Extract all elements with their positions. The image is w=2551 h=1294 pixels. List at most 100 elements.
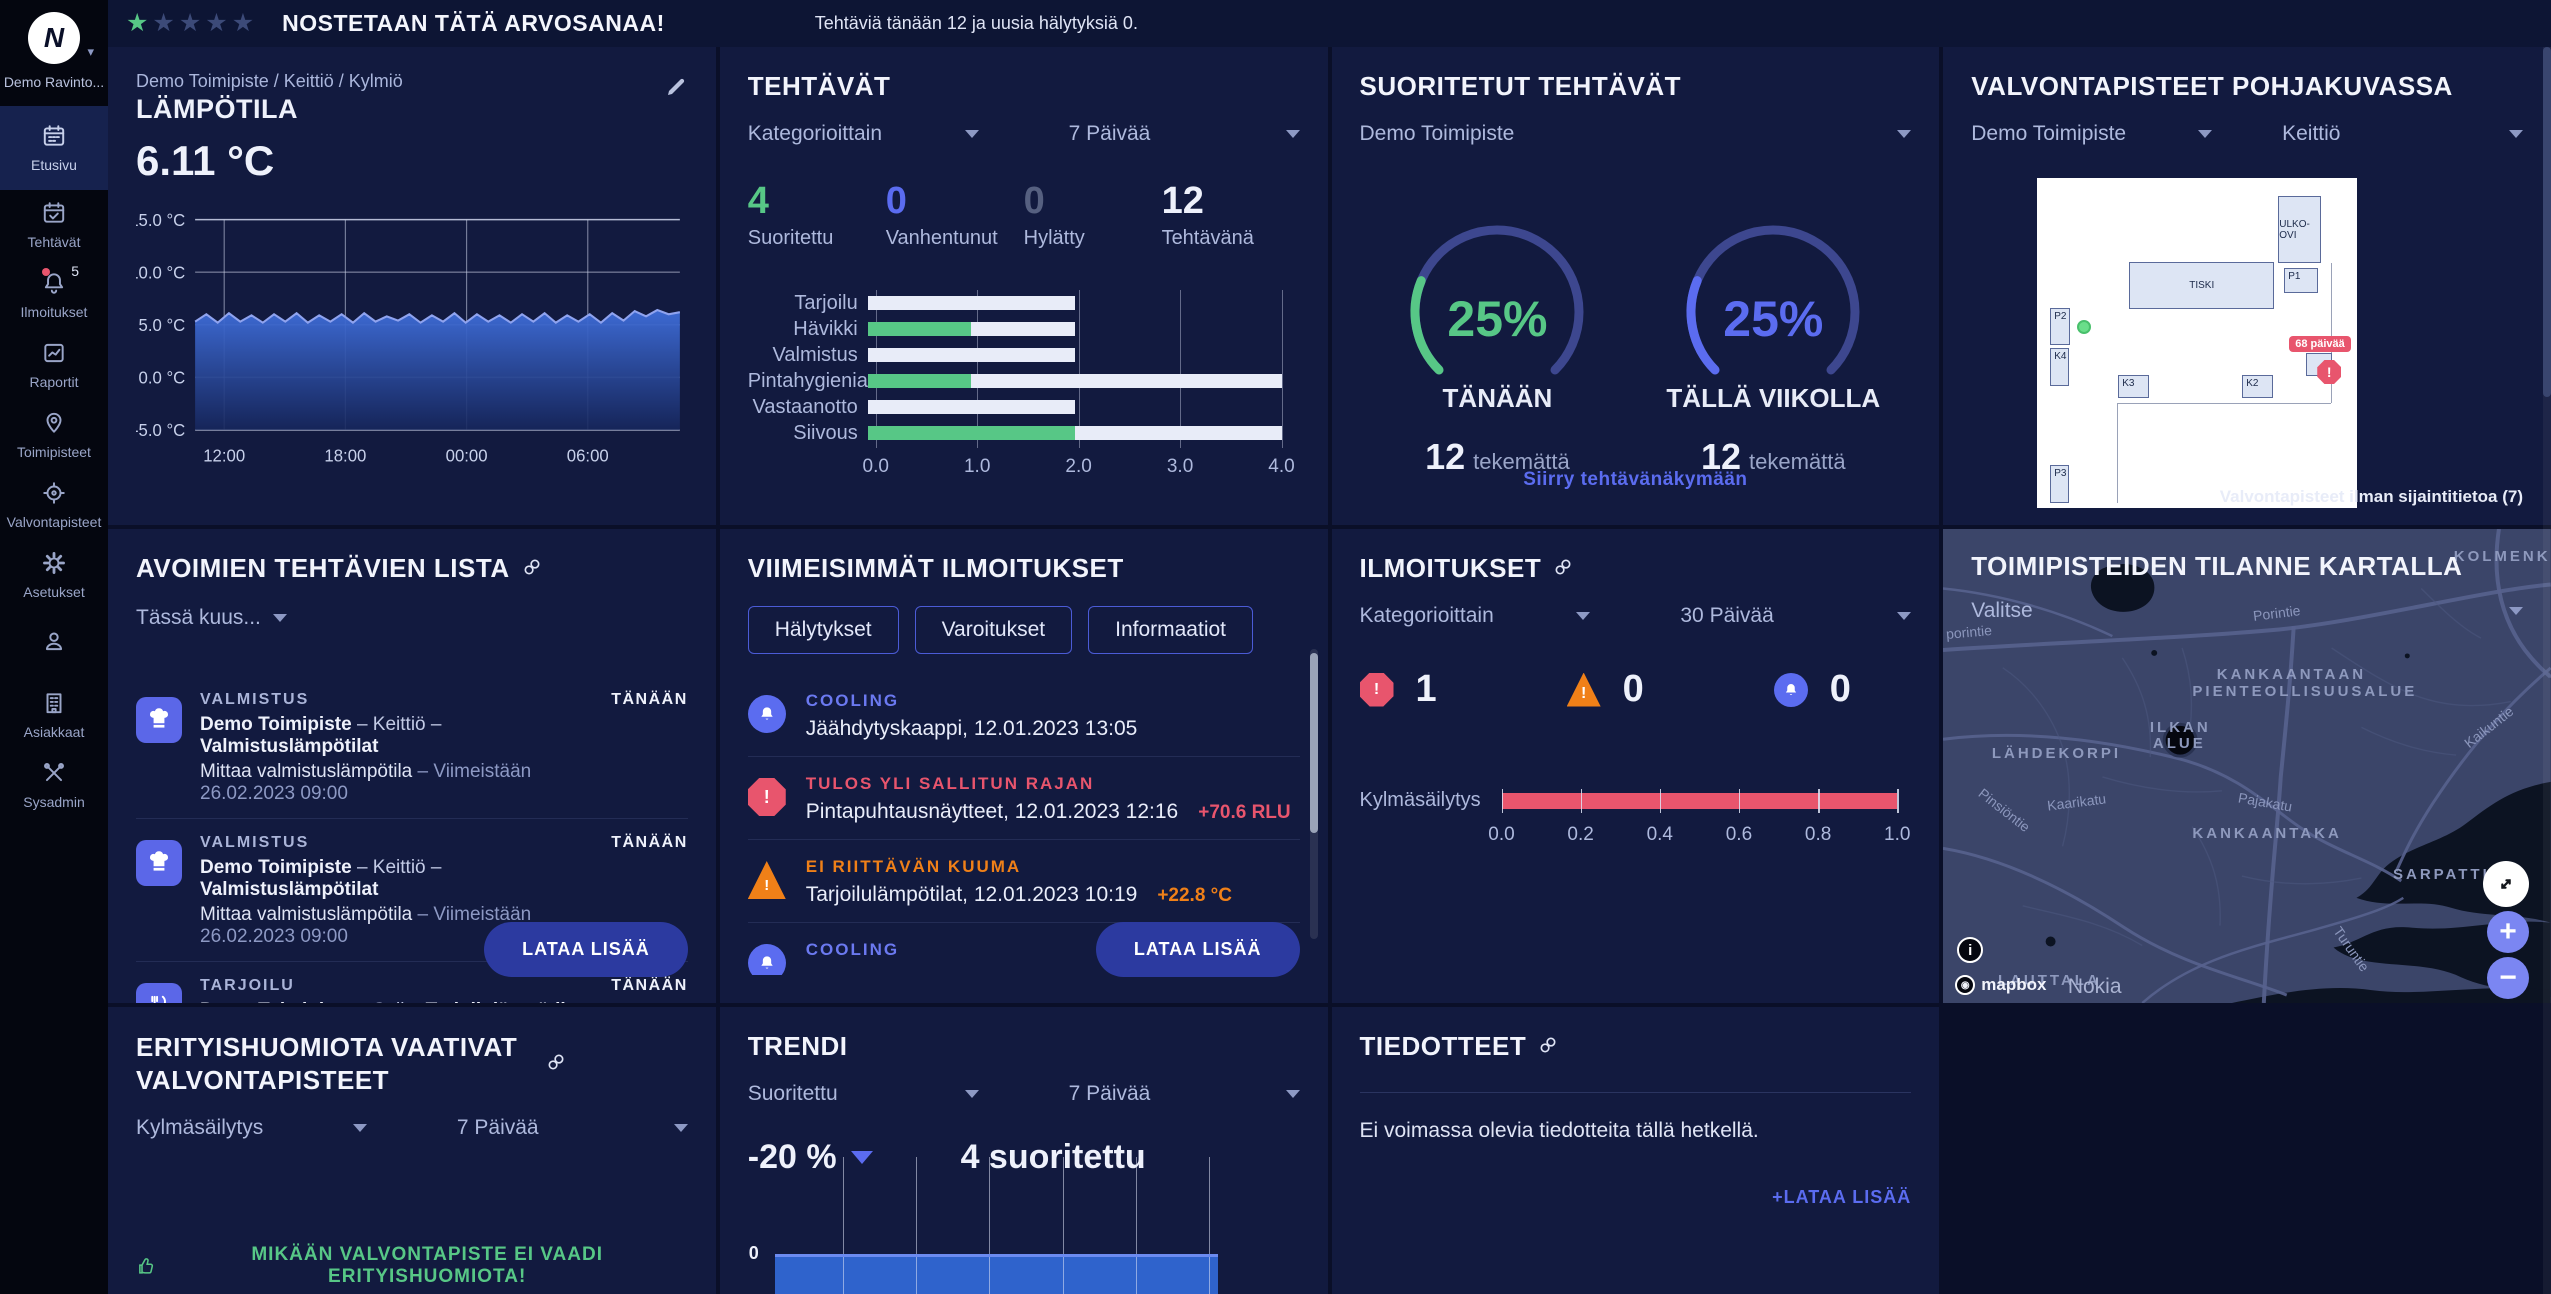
sidebar-item-tehtavat[interactable]: Tehtävät (0, 190, 108, 260)
tasks-period-select[interactable]: 7 Päivää (1069, 122, 1300, 146)
sidebar-item-asetukset[interactable]: Asetukset (0, 540, 108, 610)
floorplan-title: VALVONTAPISTEET POHJAKUVASSA (1971, 71, 2523, 102)
notif-category-select[interactable]: Kategorioittain (1360, 604, 1591, 628)
tasks-stats: 4Suoritettu 0Vanhentunut 0Hylätty 12Teht… (748, 180, 1300, 250)
filter-alarms-button[interactable]: Hälytykset (748, 606, 899, 654)
bulletins-title: TIEDOTTEET (1360, 1031, 1527, 1062)
floorplan-caption[interactable]: Valvontapisteet ilman sijaintitietoa (7) (2220, 487, 2523, 507)
task-list-item[interactable]: VALMISTUS Demo Toimipiste – Keittiö – Va… (136, 676, 688, 819)
sidebar-item-etusivu[interactable]: Etusivu (0, 106, 108, 190)
floorplan-box[interactable]: P1 (2284, 268, 2318, 293)
bell-icon (1774, 673, 1808, 707)
sidebar-item-ilmoitukset[interactable]: 5 Ilmoitukset (0, 260, 108, 330)
completed-location-select[interactable]: Demo Toimipiste (1360, 122, 1912, 146)
open-tasks-period-select[interactable]: Tässä kuus... (136, 606, 287, 630)
mapbox-logo[interactable]: ◉mapbox (1955, 975, 2046, 995)
sidebar-item-label: Tehtävät (28, 234, 81, 250)
map-place-label: ALUE (2153, 735, 2206, 752)
star-empty-icon[interactable]: ★ (179, 11, 201, 36)
link-icon[interactable] (1553, 553, 1573, 584)
task-bar-category: Hävikki (748, 318, 868, 341)
trend-period-select[interactable]: 7 Päivää (1069, 1082, 1300, 1106)
star-empty-icon[interactable]: ★ (232, 11, 254, 36)
map-location-select[interactable]: Valitse (1971, 599, 2523, 623)
floorplan-box[interactable]: ULKO-OVI (2278, 196, 2321, 263)
floorplan-box[interactable]: P2 (2050, 308, 2070, 345)
rating-title: NOSTETAAN TÄTÄ ARVOSANAA! (282, 10, 665, 37)
topbar: ★★★★★ NOSTETAAN TÄTÄ ARVOSANAA! Tehtäviä… (108, 0, 2551, 47)
notification-value: +22.8 °C (1157, 885, 1232, 906)
floorplan-box[interactable]: TISKI (2129, 262, 2274, 309)
notification-item[interactable]: ! EI RIITTÄVÄN KUUMA Tarjoilulämpötilat,… (748, 840, 1300, 923)
floorplan-box[interactable]: K4 (2050, 348, 2069, 386)
floorplan-box[interactable]: K2 (2242, 375, 2273, 398)
attention-card: ERITYISHUOMIOTA VAATIVAT VALVONTAPISTEET… (108, 1007, 716, 1294)
filter-warnings-button[interactable]: Varoitukset (915, 606, 1073, 654)
map-expand-button[interactable] (2483, 861, 2529, 907)
alert-marker-icon[interactable]: ! (2317, 360, 2341, 384)
floorplan-location-select[interactable]: Demo Toimipiste (1971, 122, 2212, 146)
monitoring-point-ok-dot[interactable] (2077, 320, 2091, 334)
star-empty-icon[interactable]: ★ (205, 11, 227, 36)
notif-period-select[interactable]: 30 Päivää (1680, 604, 1911, 628)
star-filled-icon[interactable]: ★ (126, 11, 148, 36)
floorplan-box[interactable]: K3 (2118, 375, 2149, 398)
trend-metric-select[interactable]: Suoritettu (748, 1082, 979, 1106)
notification-item[interactable]: COOLING Jäähdytyskaappi, 12.01.2023 13:0… (748, 674, 1300, 757)
tasks-category-select[interactable]: Kategorioittain (748, 122, 979, 146)
rating-stars[interactable]: ★★★★★ (126, 11, 254, 36)
floorplan-room-select[interactable]: Keittiö (2282, 122, 2523, 146)
floorplan-card: VALVONTAPISTEET POHJAKUVASSA Demo Toimip… (1943, 47, 2551, 525)
chevron-down-icon: ▾ (87, 44, 94, 60)
chevron-down-icon (2198, 130, 2212, 138)
bar-segment-open (868, 296, 1075, 310)
sidebar-item-toimipisteet[interactable]: Toimipisteet (0, 400, 108, 470)
link-icon[interactable] (522, 553, 542, 584)
stat-label: Tehtävänä (1162, 227, 1300, 250)
overdue-badge[interactable]: 68 päivää (2289, 336, 2351, 352)
svg-text:10.0 °C: 10.0 °C (136, 262, 185, 283)
edit-icon[interactable] (664, 75, 688, 104)
load-more-button[interactable]: LATAA LISÄÄ (484, 922, 688, 977)
sidebar-item-label: Sysadmin (23, 794, 84, 810)
sidebar-item-valvontapisteet[interactable]: Valvontapisteet (0, 470, 108, 540)
notification-value: +70.6 RLU (1198, 802, 1290, 823)
link-icon[interactable] (1538, 1031, 1558, 1062)
sidebar-item-asiakkaat[interactable]: Asiakkaat (0, 680, 108, 750)
map-zoom-out-button[interactable]: − (2487, 957, 2529, 999)
trend-chart: 0 (775, 1157, 1218, 1294)
chevron-down-icon (1286, 130, 1300, 138)
link-icon[interactable] (546, 1047, 566, 1080)
star-empty-icon[interactable]: ★ (152, 11, 174, 36)
list-scrollbar[interactable] (1310, 649, 1318, 939)
page-scrollbar[interactable] (2543, 47, 2551, 1294)
map-place-label: KANKAANTAKA (2192, 825, 2341, 842)
notification-item[interactable]: ! TULOS YLI SALLITUN RAJAN Pintapuhtausn… (748, 757, 1300, 840)
bell-icon (748, 695, 786, 733)
load-more-link[interactable]: +LATAA LISÄÄ (1360, 1187, 1912, 1208)
attention-period-select[interactable]: 7 Päivää (457, 1116, 688, 1140)
thumbs-up-icon (136, 1255, 157, 1277)
sidebar-item-label: Valvontapisteet (7, 514, 102, 530)
load-more-button[interactable]: LATAA LISÄÄ (1096, 922, 1300, 977)
map-place-label: Nokia (2068, 975, 2122, 999)
filter-info-button[interactable]: Informaatiot (1088, 606, 1253, 654)
sidebar-item-sysadmin[interactable]: Sysadmin (0, 750, 108, 820)
sidebar-item-profile[interactable] (0, 610, 108, 680)
chevron-down-icon (273, 614, 287, 622)
attention-category-select[interactable]: Kylmäsäilytys (136, 1116, 367, 1140)
trend-zero-label: 0 (749, 1243, 759, 1264)
warning-triangle-icon: ! (1567, 673, 1601, 707)
gauge-today-percent: 25% (1388, 290, 1606, 348)
task-bar-category: Siivous (748, 422, 868, 445)
map-zoom-in-button[interactable]: + (2487, 911, 2529, 953)
chevron-down-icon (1286, 1090, 1300, 1098)
sidebar-item-raportit[interactable]: Raportit (0, 330, 108, 400)
notifications-stats-title: ILMOITUKSET (1360, 553, 1542, 584)
go-to-tasks-link[interactable]: Siirry tehtävänäkymään (1332, 469, 1940, 491)
floorplan-box[interactable]: P3 (2050, 465, 2069, 503)
tasks-card-title: TEHTÄVÄT (748, 71, 1300, 102)
temperature-card: Demo Toimipiste / Keittiö / Kylmiö LÄMPÖ… (108, 47, 716, 525)
org-switcher[interactable]: N ▾ (28, 12, 80, 64)
floorplan[interactable]: 68 päivää ! ULKO-OVITISKI P1 P2K4 K3 K2 P3 (2037, 178, 2357, 508)
